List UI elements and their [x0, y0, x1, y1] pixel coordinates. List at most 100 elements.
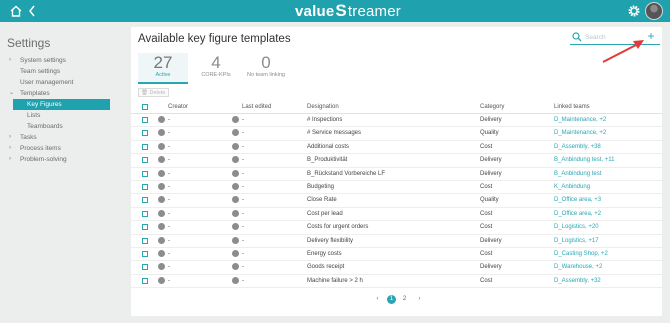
- creator-cell: -: [168, 197, 170, 204]
- tab-active[interactable]: 27 Active: [138, 53, 188, 84]
- creator-avatar: [158, 142, 165, 150]
- creator-cell: -: [168, 117, 170, 123]
- table-row[interactable]: - - Close Rate Quality D_Office area, +3: [131, 194, 662, 208]
- sidebar-item[interactable]: › Tasks: [0, 132, 118, 143]
- row-checkbox[interactable]: [142, 224, 148, 231]
- page-title: Available key figure templates: [138, 33, 291, 45]
- sidebar-item-label: Problem-solving: [20, 156, 67, 163]
- delete-button[interactable]: 🗑 Delete: [138, 88, 170, 97]
- table-row[interactable]: - - Energy costs Cost D_Casting Shop, +2: [131, 248, 662, 262]
- prev-page-button[interactable]: ‹: [373, 295, 382, 304]
- designation-cell: Cost per lead: [307, 210, 343, 217]
- sidebar-item-label: Process items: [20, 145, 61, 152]
- sidebar-item[interactable]: User management: [0, 77, 118, 88]
- user-avatar[interactable]: [645, 2, 663, 20]
- sidebar-item-label: Team settings: [20, 68, 61, 75]
- sidebar-item[interactable]: Key Figures: [13, 99, 110, 110]
- table-row[interactable]: - - Additional costs Cost D_Assembly, +38: [131, 141, 662, 155]
- sidebar-item[interactable]: ⌄ Templates: [0, 88, 118, 99]
- category-cell: Cost: [480, 210, 493, 217]
- page-1-button[interactable]: 1: [387, 295, 396, 304]
- creator-cell: -: [168, 157, 170, 164]
- col-last-edited[interactable]: Last edited: [242, 104, 271, 110]
- col-category[interactable]: Category: [480, 104, 504, 110]
- creator-avatar: [158, 129, 165, 137]
- row-checkbox[interactable]: [142, 183, 148, 190]
- creator-avatar: [158, 169, 165, 177]
- linked-teams-link[interactable]: K_Anbindung: [554, 184, 590, 190]
- table-row[interactable]: - - Delivery flexibility Delivery D_Logistic…: [131, 235, 662, 248]
- table-row[interactable]: - - Goods receipt Delivery D_Warehouse, +2: [131, 261, 662, 275]
- page-2-button[interactable]: 2: [400, 295, 409, 304]
- linked-teams-link[interactable]: D_Warehouse, +2: [554, 264, 602, 270]
- sidebar-item[interactable]: › Process items: [0, 143, 118, 154]
- col-creator[interactable]: Creator: [168, 104, 188, 110]
- table-row[interactable]: - - Machine failure > 2 h Cost D_Assembly, +…: [131, 275, 662, 289]
- select-all-checkbox[interactable]: [142, 104, 148, 110]
- sidebar-title: Settings: [7, 36, 51, 50]
- col-linked-teams[interactable]: Linked teams: [554, 104, 590, 110]
- row-checkbox[interactable]: [142, 143, 148, 150]
- sidebar-item[interactable]: Teamboards: [0, 121, 118, 132]
- category-cell: Quality: [480, 197, 499, 204]
- sidebar-item[interactable]: Lists: [0, 110, 118, 121]
- editor-avatar: [232, 276, 239, 284]
- table-row[interactable]: - - Cost per lead Cost D_Office area, +2: [131, 208, 662, 222]
- linked-teams-link[interactable]: B_Anbindung test: [554, 171, 601, 177]
- next-page-button[interactable]: ›: [415, 295, 424, 304]
- category-cell: Delivery: [480, 170, 502, 177]
- linked-teams-link[interactable]: D_Logistics, +20: [554, 224, 599, 230]
- row-checkbox[interactable]: [142, 130, 148, 137]
- sidebar-item-label: Key Figures: [27, 101, 62, 108]
- designation-cell: Costs for urgent orders: [307, 224, 369, 231]
- table-row[interactable]: - - # Inspections Delivery D_Maintenance, +2: [131, 114, 662, 128]
- row-checkbox[interactable]: [142, 277, 148, 284]
- table-row[interactable]: - - B_Produktivität Delivery B_Anbindung tes…: [131, 154, 662, 168]
- linked-teams-link[interactable]: D_Casting Shop, +2: [554, 251, 608, 257]
- row-checkbox[interactable]: [142, 170, 148, 177]
- templates-table: Creator Last edited Designation Category…: [131, 101, 662, 289]
- linked-teams-link[interactable]: D_Maintenance, +2: [554, 130, 606, 136]
- editor-avatar: [232, 263, 239, 271]
- chevron-down-icon: ⌄: [9, 90, 15, 96]
- col-designation[interactable]: Designation: [307, 104, 339, 110]
- table-row[interactable]: - - # Service messages Quality D_Maintenance…: [131, 127, 662, 141]
- home-icon[interactable]: [9, 4, 23, 18]
- linked-teams-link[interactable]: D_Assembly, +38: [554, 144, 601, 150]
- linked-teams-link[interactable]: D_Maintenance, +2: [554, 117, 606, 123]
- row-checkbox[interactable]: [142, 197, 148, 204]
- table-row[interactable]: - - B_Rückstand Vorbereiche LF Delivery B_An…: [131, 168, 662, 181]
- row-checkbox[interactable]: [142, 117, 148, 123]
- row-checkbox[interactable]: [142, 264, 148, 271]
- sidebar-item-label: Templates: [20, 90, 50, 97]
- row-checkbox[interactable]: [142, 210, 148, 217]
- last-edited-cell: -: [242, 130, 244, 137]
- linked-teams-link[interactable]: B_Anbindung test, +11: [554, 157, 614, 163]
- linked-teams-link[interactable]: D_Logistics, +17: [554, 238, 599, 244]
- row-checkbox[interactable]: [142, 157, 148, 164]
- table-row[interactable]: - - Costs for urgent orders Cost D_Logistics…: [131, 221, 662, 235]
- tab-core-kpis[interactable]: 4 CORE-KPIs: [191, 53, 241, 84]
- linked-teams-link[interactable]: D_Office area, +3: [554, 197, 601, 203]
- linked-teams-link[interactable]: D_Assembly, +32: [554, 278, 601, 284]
- tab-no-team-linking[interactable]: 0 No team linking: [241, 53, 291, 84]
- sidebar-nav: › System settings Team settings User manage…: [0, 55, 118, 165]
- table-row[interactable]: - - Budgeting Cost K_Anbindung: [131, 181, 662, 195]
- creator-avatar: [158, 156, 165, 164]
- gear-icon[interactable]: [627, 4, 641, 18]
- row-checkbox[interactable]: [142, 237, 148, 244]
- creator-cell: -: [168, 170, 170, 177]
- row-checkbox[interactable]: [142, 250, 148, 257]
- designation-cell: Close Rate: [307, 197, 337, 204]
- sidebar-item[interactable]: › System settings: [0, 55, 118, 66]
- chevron-left-icon[interactable]: [27, 4, 37, 18]
- sidebar-item-label: System settings: [20, 57, 66, 64]
- pagination: ‹ 1 2 ›: [371, 295, 431, 305]
- last-edited-cell: -: [242, 224, 244, 231]
- sidebar-item[interactable]: › Problem-solving: [0, 154, 118, 165]
- designation-cell: # Service messages: [307, 130, 362, 137]
- sidebar-item[interactable]: Team settings: [0, 66, 118, 77]
- sidebar-item-label: User management: [20, 79, 74, 86]
- table-header: Creator Last edited Designation Category…: [131, 101, 662, 114]
- linked-teams-link[interactable]: D_Office area, +2: [554, 211, 601, 217]
